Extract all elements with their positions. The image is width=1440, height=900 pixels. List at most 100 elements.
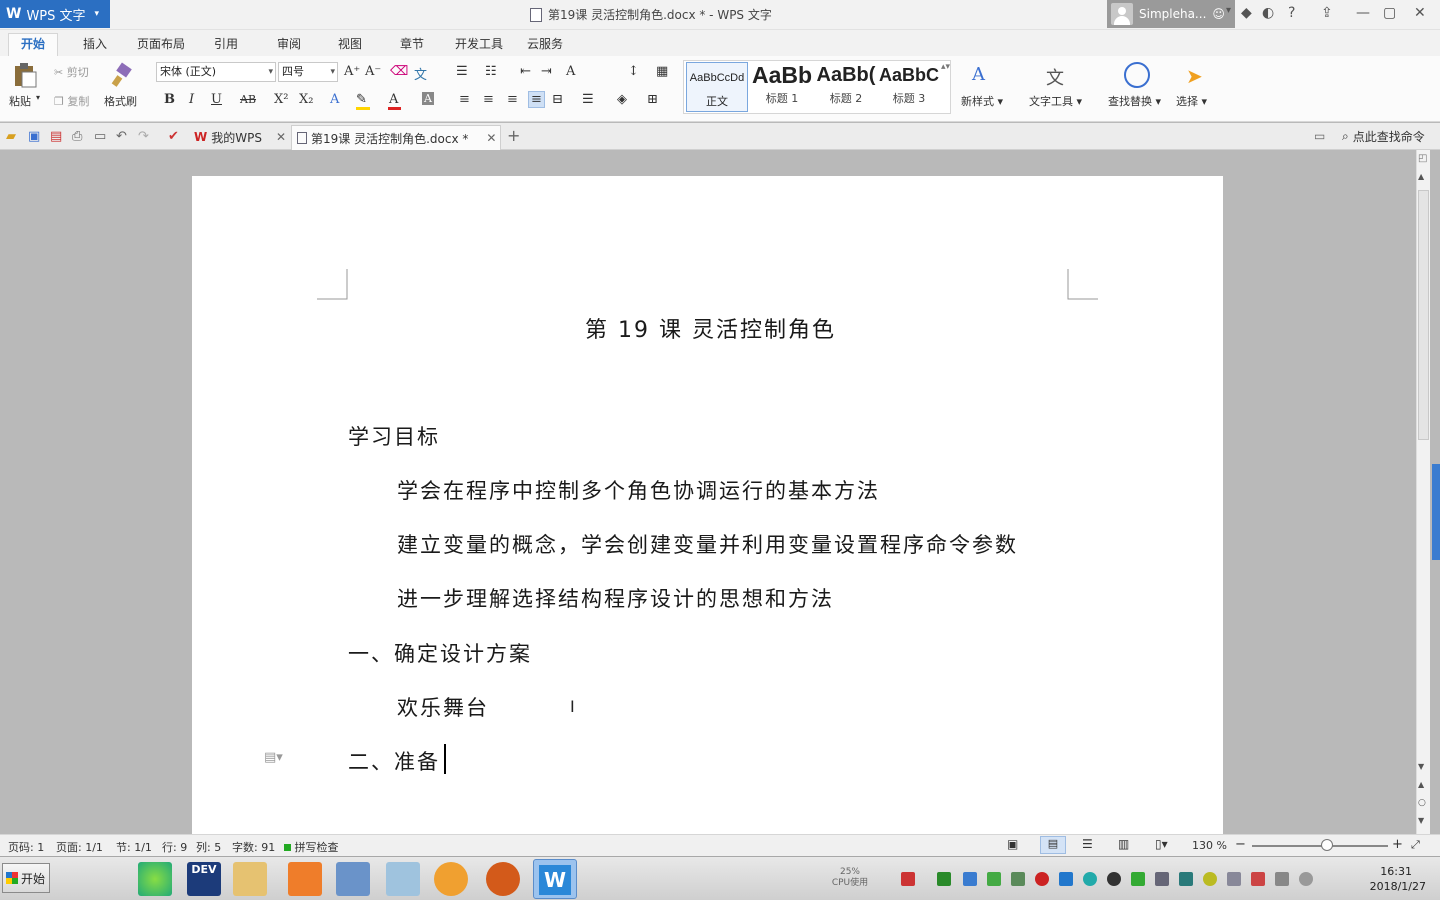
strikethrough-button[interactable]: AB xyxy=(240,93,256,106)
char-shading-button[interactable]: A xyxy=(422,92,434,105)
export-pdf-icon[interactable]: ▤ xyxy=(50,129,62,144)
outline-view-icon[interactable]: ☰ xyxy=(1082,837,1093,851)
font-name-select[interactable]: 宋体 (正文) xyxy=(156,62,276,82)
fullscreen-view-icon[interactable]: ▣ xyxy=(1007,837,1018,851)
close-button[interactable]: ✕ xyxy=(1414,5,1426,21)
minimize-button[interactable]: — xyxy=(1356,5,1370,21)
border-button[interactable]: ⊞ xyxy=(647,92,658,107)
app-menu-button[interactable]: W WPS 文字 ▾ xyxy=(0,0,110,28)
reading-mode-icon[interactable]: ▯▾ xyxy=(1155,837,1168,851)
scroll-up-icon[interactable]: ▲ xyxy=(1418,172,1424,181)
tray-security-icon[interactable] xyxy=(963,872,977,886)
font-color-button[interactable]: A xyxy=(389,92,398,107)
select-button[interactable]: 选择 ▾ xyxy=(1176,93,1207,109)
align-center-button[interactable]: ≡ xyxy=(483,92,494,107)
tray-app-icon[interactable] xyxy=(1251,872,1265,886)
taskbar-clock[interactable]: 16:31 2018/1/27 xyxy=(1352,864,1426,894)
shading-button[interactable]: ◈ xyxy=(617,92,627,107)
tab-page-layout[interactable]: 页面布局 xyxy=(137,35,185,52)
web-view-icon[interactable]: ▥ xyxy=(1118,837,1129,851)
status-word-count[interactable]: 字数: 91 xyxy=(232,839,275,855)
zoom-slider-knob[interactable] xyxy=(1320,839,1333,851)
phonetic-button[interactable]: 文 xyxy=(414,64,427,83)
zoom-out-button[interactable]: − xyxy=(1235,837,1246,852)
help-icon[interactable]: ? xyxy=(1288,5,1295,21)
taskbar-app-browser[interactable] xyxy=(138,862,172,896)
tab-chapter[interactable]: 章节 xyxy=(400,35,424,52)
style-heading-2[interactable]: AaBb( 标题 2 xyxy=(815,60,877,108)
taskbar-app-scratch[interactable] xyxy=(434,862,468,896)
feedback-icon[interactable]: ◆ xyxy=(1241,5,1252,21)
decrease-indent-button[interactable]: ⇤ xyxy=(520,64,531,79)
tray-volume-icon[interactable] xyxy=(1299,872,1313,886)
clear-format-button[interactable]: ⌫ xyxy=(390,64,408,79)
tab-cloud[interactable]: 云服务 xyxy=(527,35,563,52)
page-view-icon[interactable]: ▤ xyxy=(1040,836,1066,854)
taskbar-app-network[interactable] xyxy=(336,862,370,896)
print-preview-icon[interactable]: ▭ xyxy=(94,129,106,144)
style-normal[interactable]: AaBbCcDd 正文 xyxy=(686,62,748,112)
fit-window-icon[interactable]: ⤢ xyxy=(1411,838,1420,852)
bold-button[interactable]: B xyxy=(164,92,175,107)
scroll-down-icon[interactable]: ▼ xyxy=(1418,762,1424,771)
underline-button[interactable]: U xyxy=(211,92,222,107)
theme-icon[interactable]: ◐ xyxy=(1262,5,1274,21)
tray-users-icon[interactable] xyxy=(1155,872,1169,886)
save-icon[interactable]: ▣ xyxy=(28,129,40,144)
start-button[interactable]: 开始 xyxy=(2,863,50,893)
upload-icon[interactable]: ⇪ xyxy=(1321,5,1333,21)
print-icon[interactable]: ⎙ xyxy=(72,129,82,144)
split-view-icon[interactable]: ◰ xyxy=(1418,153,1427,164)
tray-qq-icon[interactable] xyxy=(1107,872,1121,886)
taskbar-app-presentation[interactable] xyxy=(288,862,322,896)
taskbar-app-media[interactable] xyxy=(486,862,520,896)
tray-app-icon[interactable] xyxy=(1059,872,1073,886)
new-tab-button[interactable]: + xyxy=(507,126,520,145)
browse-object-icon[interactable]: ○ xyxy=(1418,798,1426,808)
new-style-button[interactable]: 新样式 ▾ xyxy=(961,93,1003,109)
redo-icon[interactable]: ↷ xyxy=(138,129,149,144)
align-right-button[interactable]: ≡ xyxy=(507,92,518,107)
format-painter-button[interactable] xyxy=(110,62,136,88)
spell-check-toggle[interactable]: 拼写检查 xyxy=(284,839,339,855)
more-commands-icon[interactable]: ✔ xyxy=(168,129,179,144)
maximize-button[interactable]: ▢ xyxy=(1383,5,1396,21)
tab-developer[interactable]: 开发工具 xyxy=(455,35,503,52)
tray-app-icon[interactable] xyxy=(987,872,1001,886)
align-left-button[interactable]: ≡ xyxy=(459,92,470,107)
tab-home[interactable]: 开始 xyxy=(8,33,58,56)
tray-network-icon[interactable] xyxy=(1011,872,1025,886)
tab-my-wps[interactable]: W 我的WPS ✕ xyxy=(190,125,288,149)
line-spacing-button[interactable]: ☰ xyxy=(582,92,594,107)
tab-references[interactable]: 引用 xyxy=(214,35,238,52)
zoom-in-button[interactable]: + xyxy=(1392,837,1403,852)
tray-app-icon[interactable] xyxy=(1179,872,1193,886)
user-account[interactable]: Simpleha... ☺ xyxy=(1107,0,1235,28)
paragraph-menu-icon[interactable]: ▤▾ xyxy=(264,750,283,765)
undo-icon[interactable]: ↶ xyxy=(116,129,127,144)
tray-app-icon[interactable] xyxy=(1227,872,1241,886)
chevron-down-icon[interactable]: ▾ xyxy=(36,93,40,102)
style-heading-1[interactable]: AaBb 标题 1 xyxy=(751,60,813,108)
tray-display-icon[interactable] xyxy=(1275,872,1289,886)
change-case-button[interactable]: A xyxy=(566,64,575,79)
style-gallery-scroll[interactable]: ▴▾ xyxy=(941,62,950,72)
distribute-button[interactable]: ⊟ xyxy=(552,92,563,107)
style-heading-3[interactable]: AaBbC 标题 3 xyxy=(878,60,940,108)
side-panel-toggle[interactable] xyxy=(1432,464,1440,560)
scrollbar-thumb[interactable] xyxy=(1418,190,1429,440)
text-tools-button[interactable]: 文字工具 ▾ xyxy=(1029,93,1082,109)
tray-app-icon[interactable] xyxy=(1203,872,1217,886)
numbered-list-button[interactable]: ☷ xyxy=(485,64,497,79)
increase-indent-button[interactable]: ⇥ xyxy=(541,64,552,79)
copy-button[interactable]: ❐ 复制 xyxy=(54,93,89,109)
find-replace-button[interactable]: 查找替换 ▾ xyxy=(1108,93,1161,109)
taskbar-app-explorer[interactable] xyxy=(233,862,267,896)
command-search[interactable]: ⌕ 点此查找命令 xyxy=(1342,128,1425,145)
highlight-button[interactable]: ✎ xyxy=(356,92,367,107)
tab-insert[interactable]: 插入 xyxy=(83,35,107,52)
taskbar-app-devcpp[interactable]: DEV xyxy=(187,862,221,896)
tray-input-method-icon[interactable] xyxy=(901,872,915,886)
close-icon[interactable]: ✕ xyxy=(276,130,286,144)
taskbar-app-notes[interactable] xyxy=(386,862,420,896)
